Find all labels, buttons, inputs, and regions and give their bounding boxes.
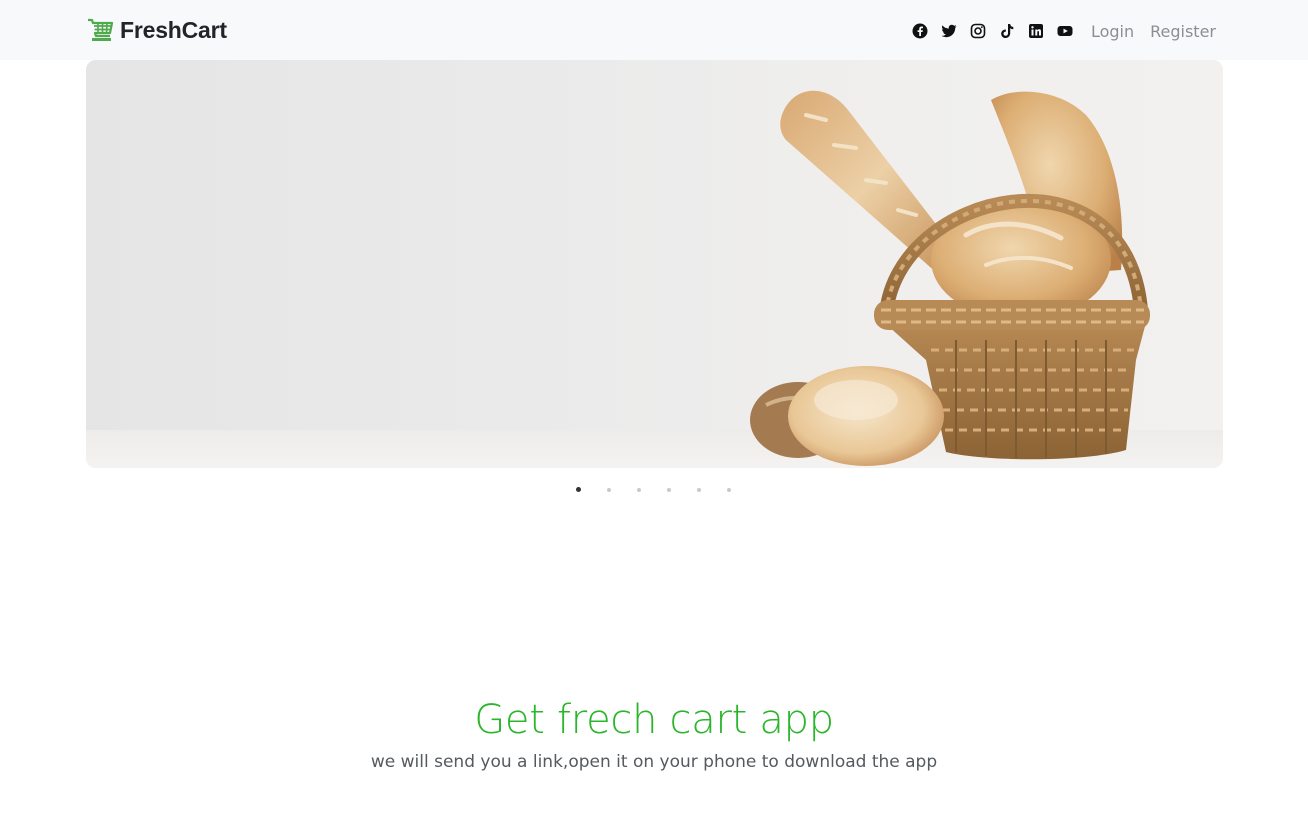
- app-promo-subtitle: we will send you a link,open it on your …: [370, 752, 938, 772]
- cart-icon: [88, 18, 114, 41]
- hero-slider[interactable]: [86, 60, 1223, 468]
- slider-dot-1[interactable]: [575, 487, 581, 492]
- app-promo-title: Get frech cart app: [474, 697, 834, 743]
- slider-dot-3[interactable]: [636, 488, 641, 492]
- slider-dots: [0, 485, 1307, 495]
- nav-right: Login Register: [912, 18, 1216, 44]
- twitter-icon[interactable]: [941, 23, 957, 39]
- slider-dot-2[interactable]: [606, 488, 611, 492]
- slider-dot-5[interactable]: [696, 488, 701, 492]
- app-promo: Get frech cart app we will send you a li…: [0, 694, 1308, 774]
- brand-logo[interactable]: FreshCart: [86, 15, 227, 45]
- brand-name: FreshCart: [120, 16, 227, 43]
- navbar: FreshCart Login Register: [0, 0, 1308, 60]
- linkedin-icon[interactable]: [1028, 23, 1044, 39]
- social-links: [912, 23, 1073, 39]
- slider-dot-6[interactable]: [726, 488, 731, 492]
- slider-dot-4[interactable]: [666, 488, 671, 492]
- tiktok-icon[interactable]: [999, 23, 1015, 39]
- login-link[interactable]: Login: [1091, 22, 1134, 41]
- youtube-icon[interactable]: [1057, 23, 1073, 39]
- facebook-icon[interactable]: [912, 23, 928, 39]
- instagram-icon[interactable]: [970, 23, 986, 39]
- bread-basket-image: [86, 60, 1223, 468]
- register-link[interactable]: Register: [1150, 22, 1216, 41]
